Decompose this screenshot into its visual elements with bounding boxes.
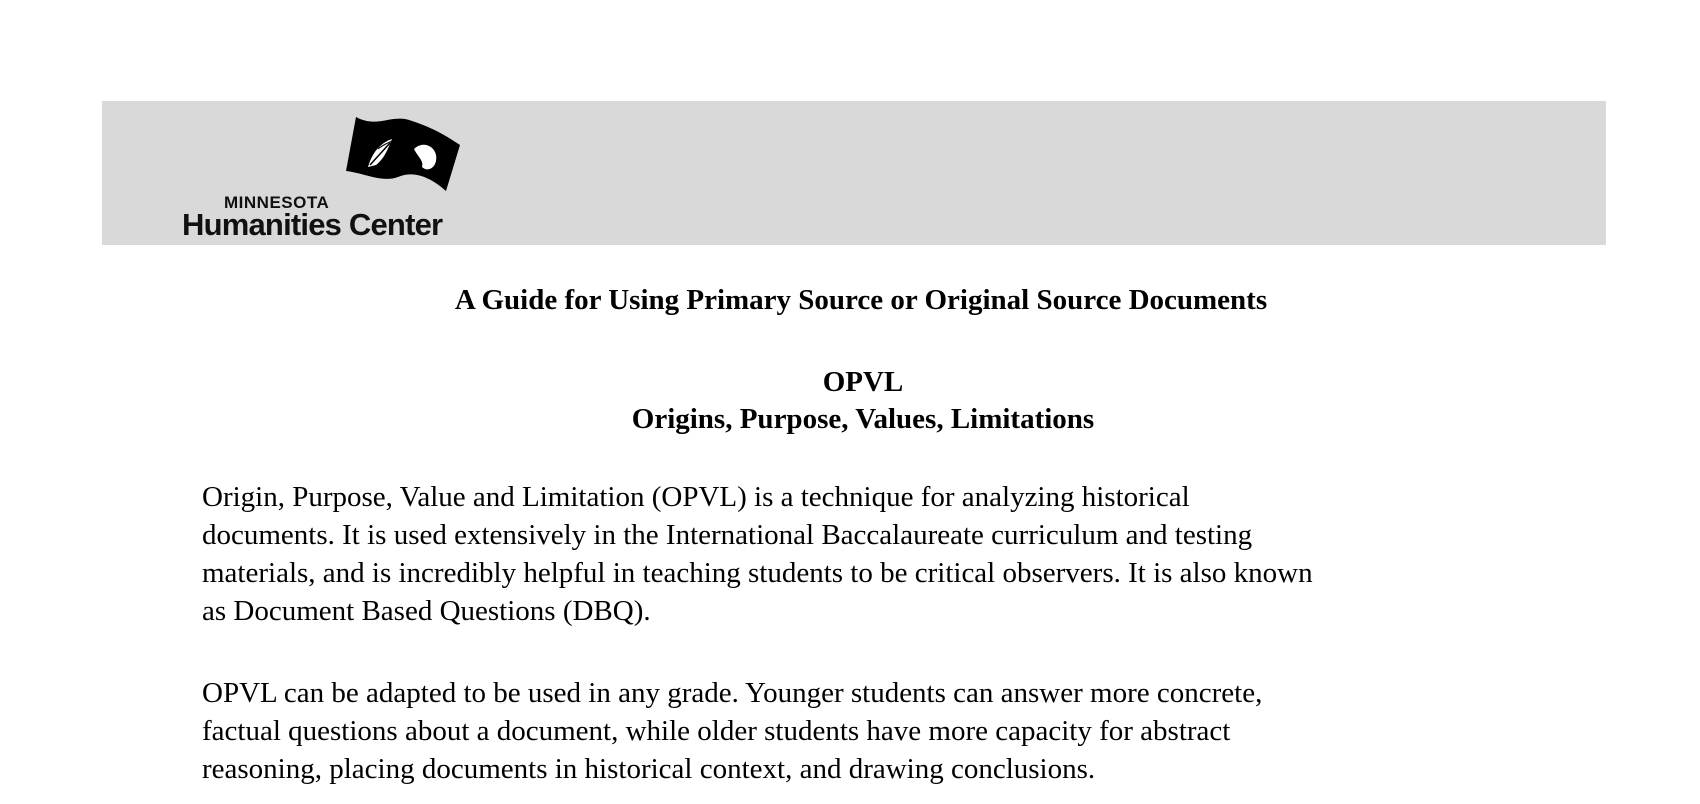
humanities-center-logo: MINNESOTA Humanities Center: [182, 113, 542, 242]
paragraph-line: as Document Based Questions (DBQ).: [202, 595, 651, 627]
paragraph-opvl-definition: Origin, Purpose, Value and Limitation (O…: [202, 478, 1622, 630]
logo-text-humanities-center: Humanities Center: [182, 207, 443, 242]
flag-icon: [346, 117, 460, 191]
paragraph-line: reasoning, placing documents in historic…: [202, 753, 1096, 785]
acronym-heading: OPVL: [822, 366, 904, 398]
paragraph-line: OPVL can be adapted to be used in any gr…: [202, 677, 1263, 709]
paragraph-opvl-grades: OPVL can be adapted to be used in any gr…: [202, 674, 1622, 788]
acronym-expansion: Origins, Purpose, Values, Limitations: [631, 403, 1095, 435]
document-title: A Guide for Using Primary Source or Orig…: [454, 284, 1268, 316]
paragraph-line: factual questions about a document, whil…: [202, 715, 1231, 747]
paragraph-line: documents. It is used extensively in the…: [202, 519, 1253, 551]
header-band: MINNESOTA Humanities Center: [102, 101, 1606, 245]
paragraph-line: materials, and is incredibly helpful in …: [202, 557, 1313, 589]
paragraph-line: Origin, Purpose, Value and Limitation (O…: [202, 481, 1190, 513]
